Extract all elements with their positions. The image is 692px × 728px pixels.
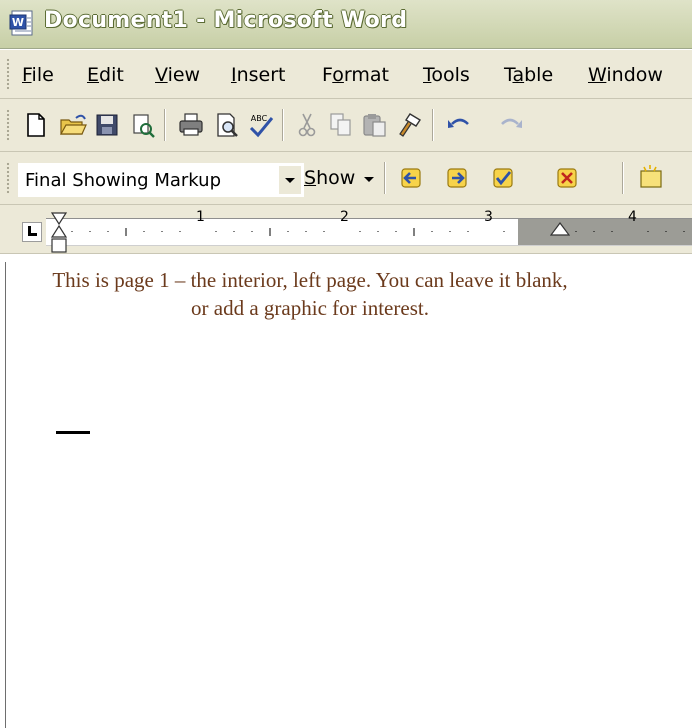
paste-icon[interactable] bbox=[360, 110, 390, 140]
menu-tools[interactable]: Tools bbox=[423, 64, 470, 86]
svg-text:W: W bbox=[12, 16, 24, 29]
redo-icon[interactable] bbox=[496, 110, 526, 140]
save-icon[interactable] bbox=[92, 110, 122, 140]
document-page[interactable] bbox=[0, 254, 692, 728]
menu-bar-grip[interactable] bbox=[6, 58, 10, 90]
menu-table[interactable]: Table bbox=[504, 64, 553, 86]
ruler-number: 4 bbox=[628, 209, 637, 225]
format-painter-icon[interactable] bbox=[394, 110, 424, 140]
reviewing-toolbar-grip[interactable] bbox=[6, 162, 10, 194]
left-indent-marker-icon[interactable] bbox=[50, 212, 68, 254]
new-document-icon[interactable] bbox=[20, 110, 50, 140]
print-icon[interactable] bbox=[176, 110, 206, 140]
toolbar-separator bbox=[384, 162, 386, 194]
copy-icon[interactable] bbox=[326, 110, 356, 140]
menu-file[interactable]: File bbox=[22, 64, 54, 86]
window-title: Document1 - Microsoft Word bbox=[44, 8, 408, 33]
menu-view[interactable]: View bbox=[155, 64, 200, 86]
right-indent-marker-icon[interactable] bbox=[550, 222, 570, 236]
page-left-edge bbox=[5, 262, 6, 728]
menu-bar: File Edit View Insert Format Tools Table… bbox=[0, 50, 692, 99]
chevron-down-icon bbox=[364, 177, 374, 182]
print-preview-icon[interactable] bbox=[212, 110, 242, 140]
accept-change-icon[interactable] bbox=[488, 163, 518, 193]
previous-change-icon[interactable] bbox=[396, 163, 426, 193]
tab-selector-icon[interactable] bbox=[22, 222, 42, 242]
open-folder-icon[interactable] bbox=[58, 110, 88, 140]
toolbar-separator bbox=[622, 162, 624, 194]
menu-insert[interactable]: Insert bbox=[231, 64, 286, 86]
menu-format[interactable]: Format bbox=[322, 64, 389, 86]
ruler-number: 2 bbox=[340, 209, 349, 225]
toolbar-separator bbox=[432, 109, 434, 141]
undo-icon[interactable] bbox=[444, 110, 474, 140]
chevron-down-icon[interactable] bbox=[279, 166, 301, 194]
horizontal-ruler[interactable] bbox=[46, 218, 692, 246]
svg-text:ABC: ABC bbox=[251, 114, 268, 123]
spelling-grammar-icon[interactable]: ABC bbox=[246, 110, 276, 140]
display-for-review-value: Final Showing Markup bbox=[25, 170, 221, 191]
show-menu-label: Show bbox=[304, 167, 356, 189]
toolbar-separator bbox=[282, 109, 284, 141]
standard-toolbar-grip[interactable] bbox=[6, 109, 10, 141]
reject-change-icon[interactable] bbox=[552, 163, 582, 193]
display-for-review-select[interactable]: Final Showing Markup bbox=[18, 163, 304, 197]
menu-window[interactable]: Window bbox=[588, 64, 663, 86]
menu-edit[interactable]: Edit bbox=[87, 64, 124, 86]
word-document-icon[interactable]: W bbox=[8, 9, 36, 37]
toolbar-separator bbox=[164, 109, 166, 141]
ruler-number: 3 bbox=[484, 209, 493, 225]
end-of-document-marker bbox=[56, 431, 90, 434]
ruler-bar: 1 2 3 4 bbox=[0, 205, 692, 254]
new-comment-icon[interactable] bbox=[636, 163, 666, 193]
ruler-number: 1 bbox=[196, 209, 205, 225]
title-bar: W Document1 - Microsoft Word bbox=[0, 0, 692, 49]
permission-icon[interactable] bbox=[128, 110, 158, 140]
standard-toolbar: ABC bbox=[0, 99, 692, 223]
document-body-text[interactable]: This is page 1 – the interior, left page… bbox=[50, 266, 570, 322]
next-change-icon[interactable] bbox=[442, 163, 472, 193]
cut-icon[interactable] bbox=[292, 110, 322, 140]
reviewing-toolbar: Final Showing Markup Show bbox=[0, 152, 692, 329]
